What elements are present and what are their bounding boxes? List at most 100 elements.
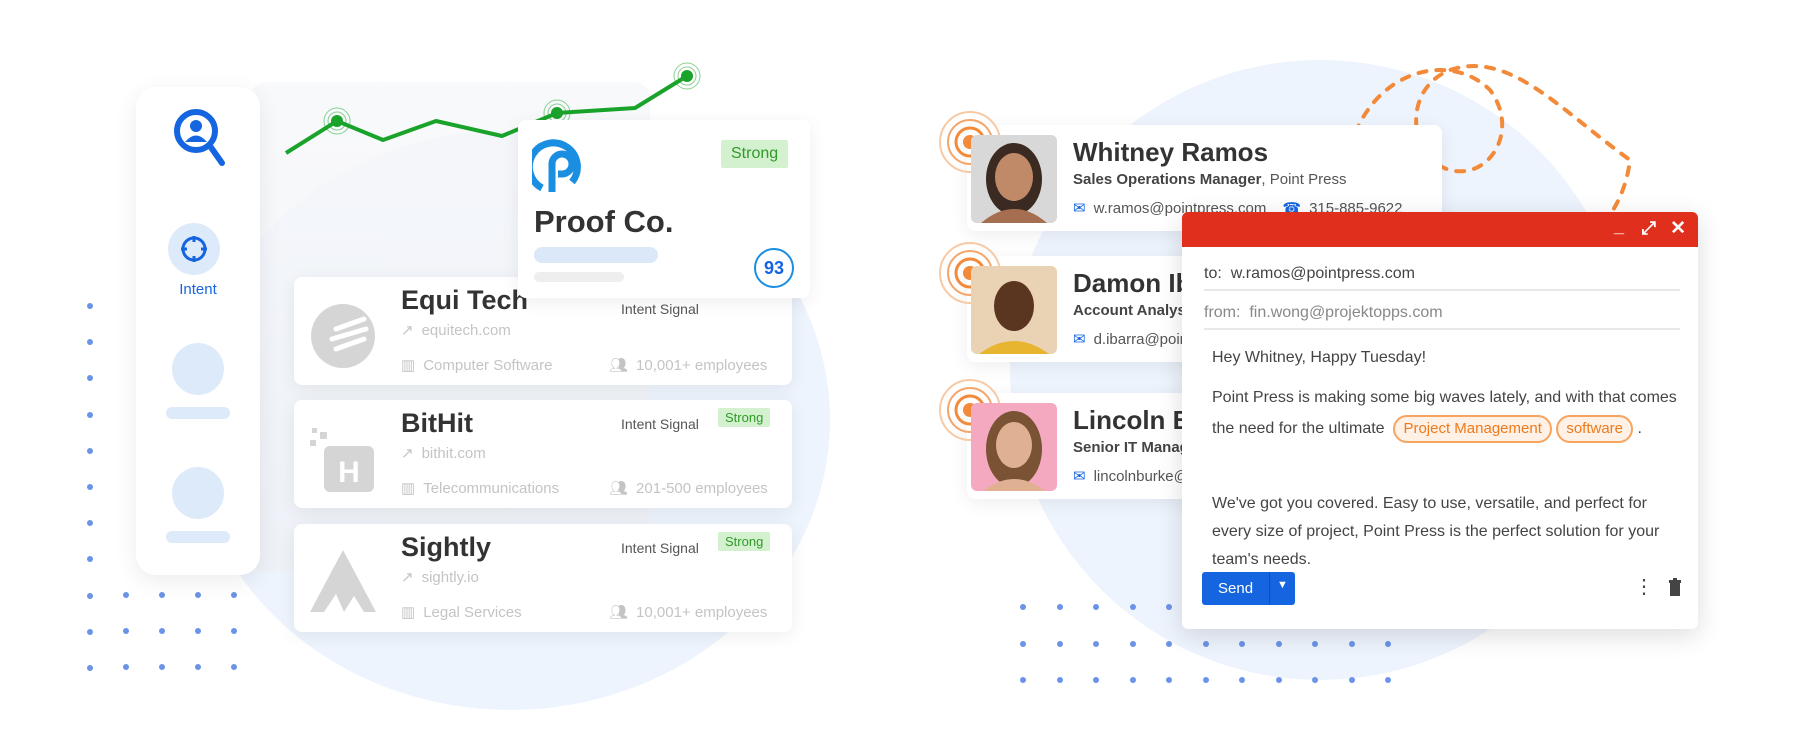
- dot: [1385, 677, 1391, 683]
- dot: [1129, 677, 1136, 683]
- company-name: Equi Tech: [401, 285, 529, 315]
- proof-co-logo: [532, 139, 581, 192]
- building-icon: ▥: [401, 480, 416, 497]
- dot: [1093, 640, 1099, 647]
- dot: [1166, 604, 1172, 610]
- dot: [1202, 640, 1209, 647]
- dot: [1202, 677, 1209, 683]
- company-employees: 👥︎ 201-500 employees: [609, 479, 768, 498]
- company-industry: ▥ Computer Software: [401, 356, 553, 375]
- trend-point: [331, 115, 343, 127]
- dot: [1166, 640, 1172, 647]
- dot: [1239, 677, 1245, 683]
- dot: [123, 592, 129, 598]
- dot: [159, 592, 165, 598]
- equitech-logo: [311, 304, 375, 368]
- dot: [1056, 677, 1063, 683]
- dot: [87, 447, 93, 454]
- company-website[interactable]: ↗ sightly.io: [401, 568, 479, 587]
- company-card[interactable]: Sightly Intent Signal Strong ↗ sightly.io…: [294, 524, 792, 632]
- dot: [231, 664, 237, 671]
- expand-button[interactable]: ⤢: [1642, 218, 1656, 239]
- company-card[interactable]: H BitHit Intent Signal Strong ↗ bithit.co…: [294, 400, 792, 508]
- dot: [1348, 640, 1355, 647]
- building-icon: ▥: [401, 357, 416, 374]
- company-name: Proof Co.: [534, 204, 674, 239]
- sidebar-item-intent[interactable]: [168, 223, 220, 275]
- intent-signal-label: Intent Signal: [621, 301, 699, 317]
- avatar: [971, 266, 1057, 354]
- dot: [1129, 640, 1136, 647]
- company-name: BitHit: [401, 408, 473, 438]
- dot: [1129, 604, 1136, 610]
- building-icon: ▥: [401, 604, 416, 621]
- dot: [123, 664, 129, 671]
- dot: [87, 339, 93, 346]
- magnifier-person-icon: [174, 109, 225, 166]
- dot: [87, 375, 93, 382]
- send-options-dropdown[interactable]: ▼: [1269, 572, 1295, 605]
- company-employees: 👥︎ 10,001+ employees: [609, 356, 768, 375]
- dot: [87, 665, 93, 671]
- sidebar: Intent: [136, 87, 260, 575]
- dot: [195, 592, 201, 598]
- company-website[interactable]: ↗ bithit.com: [401, 444, 486, 463]
- email-greeting: Hey Whitney, Happy Tuesday!: [1212, 349, 1427, 366]
- dot: [231, 628, 237, 635]
- dot: [1020, 640, 1026, 647]
- dot: [159, 628, 165, 635]
- dot: [87, 303, 93, 309]
- placeholder-bar: [166, 407, 230, 419]
- dot: [1385, 640, 1391, 647]
- trash-icon[interactable]: [1668, 578, 1682, 596]
- placeholder-bar: [166, 531, 230, 543]
- trend-point: [681, 70, 693, 82]
- send-button[interactable]: Send: [1202, 572, 1269, 605]
- company-industry: ▥ Legal Services: [401, 603, 522, 622]
- compose-header: _ ⤢ ✕: [1182, 212, 1698, 247]
- placeholder-bar: [534, 272, 624, 282]
- more-options-icon[interactable]: ⋮: [1634, 574, 1654, 599]
- dot: [1020, 604, 1026, 610]
- external-link-icon: ↗: [401, 445, 414, 462]
- placeholder-bar: [534, 247, 658, 263]
- intent-signal-label: Intent Signal: [621, 540, 699, 556]
- email-paragraph: Point Press is making some big waves lat…: [1212, 382, 1678, 444]
- dot: [1348, 677, 1355, 683]
- strong-badge: Strong: [721, 140, 789, 168]
- email-compose-window: _ ⤢ ✕ to: w.ramos@pointpress.com from: f…: [1182, 212, 1698, 629]
- dot: [1312, 677, 1318, 683]
- from-field[interactable]: from: fin.wong@projektopps.com: [1204, 304, 1680, 330]
- dot: [87, 628, 93, 635]
- dot: [231, 592, 237, 598]
- keyword-tag: Project Management: [1393, 415, 1552, 443]
- bithit-logo: H: [310, 428, 374, 492]
- keyword-tag: software: [1556, 415, 1634, 443]
- placeholder-avatar: [172, 343, 224, 395]
- crosshair-icon: [181, 236, 207, 262]
- minimize-button[interactable]: _: [1614, 216, 1624, 237]
- external-link-icon: ↗: [401, 322, 414, 339]
- company-name: Sightly: [401, 532, 492, 562]
- dot: [87, 520, 93, 527]
- contact-name: Whitney Ramos: [1073, 137, 1269, 167]
- envelope-icon: ✉: [1073, 468, 1086, 485]
- featured-company-card[interactable]: Strong Proof Co. 93: [518, 120, 810, 298]
- contact-title: Account Analyst: [1073, 302, 1191, 319]
- dot: [87, 484, 93, 490]
- company-website[interactable]: ↗ equitech.com: [401, 321, 511, 340]
- trend-point: [551, 107, 563, 119]
- strong-badge: Strong: [718, 532, 771, 551]
- close-button[interactable]: ✕: [1670, 217, 1686, 240]
- email-paragraph: We've got you covered. Easy to use, vers…: [1212, 495, 1660, 568]
- dot: [1312, 640, 1318, 647]
- dot: [1275, 677, 1282, 683]
- dot: [1166, 677, 1172, 683]
- dot: [1239, 640, 1245, 647]
- dot: [87, 556, 93, 563]
- dot: [159, 664, 165, 671]
- avatar: [971, 403, 1057, 491]
- to-field[interactable]: to: w.ramos@pointpress.com: [1204, 265, 1680, 291]
- dot: [1056, 604, 1063, 610]
- contact-title: Sales Operations Manager, Point Press: [1073, 171, 1347, 188]
